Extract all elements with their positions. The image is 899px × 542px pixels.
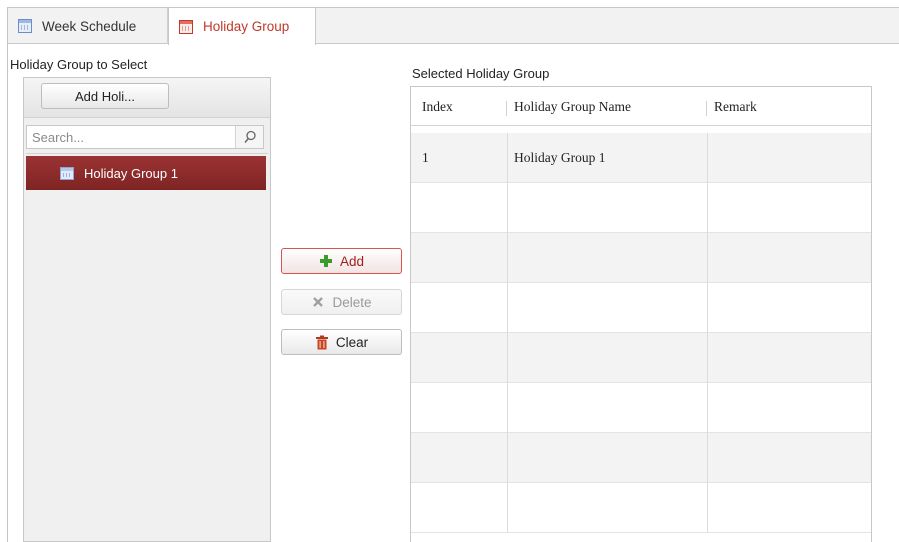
cell-divider (707, 133, 708, 183)
add-button[interactable]: Add (281, 248, 402, 274)
table-row (411, 483, 871, 533)
cell-divider (707, 333, 708, 383)
table-row (411, 383, 871, 433)
search-button[interactable] (235, 126, 263, 148)
table-row[interactable]: 1 Holiday Group 1 (411, 133, 871, 183)
add-holiday-group-button[interactable]: Add Holi... (41, 83, 169, 109)
table-row (411, 233, 871, 283)
calendar-icon (60, 166, 74, 180)
cell-divider (707, 283, 708, 333)
delete-x-icon (311, 295, 325, 309)
table-row (411, 183, 871, 233)
table-header: Index Holiday Group Name Remark (411, 87, 871, 126)
cell-holiday-group-name: Holiday Group 1 (514, 150, 606, 165)
add-button-label: Add (339, 253, 365, 269)
cell-divider (507, 433, 508, 483)
holiday-group-window: Week Schedule Holiday Group Holiday Grou… (7, 7, 899, 542)
column-header-remark[interactable]: Remark (714, 87, 757, 126)
tab-bar: Week Schedule Holiday Group (8, 8, 899, 45)
delete-button-label: Delete (332, 294, 372, 310)
magnifier-icon (243, 130, 256, 143)
clear-button[interactable]: Clear (281, 329, 402, 355)
cell-divider (507, 233, 508, 283)
cell-divider (707, 383, 708, 433)
delete-button[interactable]: Delete (281, 289, 402, 315)
cell-divider (707, 183, 708, 233)
column-divider[interactable] (706, 101, 707, 116)
column-header-name[interactable]: Holiday Group Name (514, 87, 631, 126)
table-row (411, 283, 871, 333)
cell-index: 1 (422, 150, 429, 165)
plus-icon (319, 254, 333, 268)
holiday-group-list: Holiday Group 1 (26, 153, 268, 540)
tab-holiday-group[interactable]: Holiday Group (168, 8, 316, 45)
table-row (411, 333, 871, 383)
list-item-label: Holiday Group 1 (84, 165, 178, 181)
cell-divider (507, 333, 508, 383)
cell-divider (507, 483, 508, 533)
search-input[interactable] (27, 126, 232, 148)
holiday-group-to-select-title: Holiday Group to Select (10, 57, 148, 72)
tab-week-schedule-label: Week Schedule (42, 18, 137, 34)
column-header-index[interactable]: Index (422, 87, 453, 126)
calendar-red-icon (179, 19, 193, 34)
clear-button-label: Clear (335, 334, 369, 350)
selected-holiday-group-title: Selected Holiday Group (412, 66, 550, 81)
list-toolbar: Add Holi... (24, 78, 270, 118)
column-divider[interactable] (506, 101, 507, 116)
holiday-group-list-panel: Add Holi... Holiday Group 1 (23, 77, 271, 542)
list-item-holiday-group-1[interactable]: Holiday Group 1 (26, 156, 266, 190)
cell-divider (707, 483, 708, 533)
selected-holiday-group-table: Index Holiday Group Name Remark 1 Holida… (410, 86, 872, 542)
cell-divider (507, 133, 508, 183)
calendar-icon (18, 19, 32, 33)
table-row (411, 433, 871, 483)
cell-divider (507, 183, 508, 233)
trash-icon (315, 335, 329, 349)
cell-divider (507, 283, 508, 333)
search-box (26, 125, 264, 149)
cell-divider (707, 233, 708, 283)
cell-divider (707, 433, 708, 483)
tab-holiday-group-label: Holiday Group (203, 19, 290, 34)
tab-week-schedule[interactable]: Week Schedule (8, 8, 168, 44)
cell-divider (507, 383, 508, 433)
